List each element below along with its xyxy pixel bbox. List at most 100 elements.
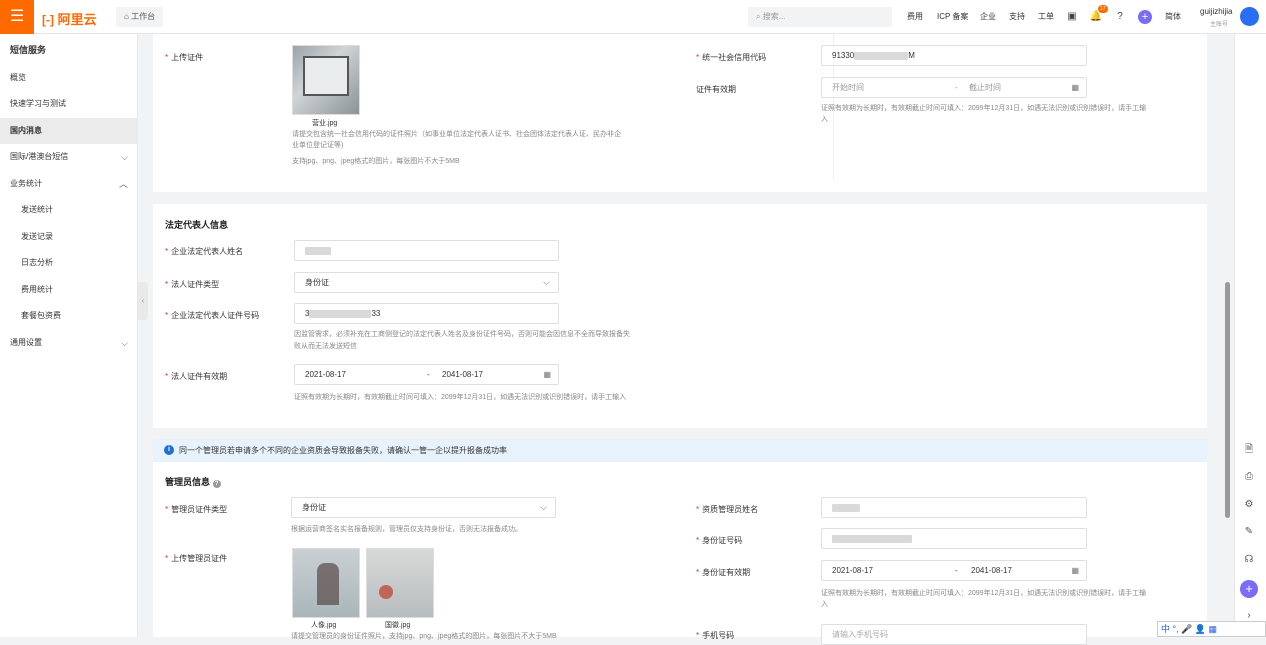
legal-id-hint: 败从而无法发送短信 bbox=[294, 343, 357, 350]
chevron-down-icon: ⌵ bbox=[543, 277, 550, 287]
document-icon[interactable]: 🗎 bbox=[1241, 442, 1257, 458]
edit-icon[interactable]: ✎ bbox=[1241, 524, 1257, 540]
masked-value bbox=[305, 246, 331, 255]
sidebar-item-quickstart[interactable]: 快速学习与测试 bbox=[0, 91, 138, 117]
credit-code-label: * 统一社会信用代码 bbox=[696, 53, 767, 62]
nav-ticket[interactable]: 工单 bbox=[1038, 0, 1054, 34]
scrollbar[interactable] bbox=[1225, 282, 1230, 518]
legal-id-type-label: * 法人证件类型 bbox=[165, 280, 220, 289]
sidebar-item-settings[interactable]: 通用设置 ⌵ bbox=[0, 330, 138, 356]
sidebar-collapse-handle[interactable]: ‹ bbox=[138, 282, 148, 320]
legal-rep-card: 法定代表人信息 * 企业法定代表人姓名 * 法人证件类型 身份证 ⌵ * 企业法定代表人… bbox=[153, 204, 1207, 428]
upload-hint: 请提交包含统一社会信用代码的证件照片（如事业单位法定代表人证书、社会团体法定代表… bbox=[292, 131, 621, 138]
avatar[interactable] bbox=[1240, 7, 1259, 26]
sidebar: 短信服务 概览 快速学习与测试 国内消息 国际/港澳台短信 ⌵ 业务统计 ︿ 发送统… bbox=[0, 34, 138, 637]
top-bar: ☰ [-] 阿里云 ⌂ 工作台 ⌕ 搜索... 费用 ICP 备案 企业 支持 … bbox=[0, 0, 1266, 34]
admin-validity-range[interactable]: 2021-08-17-2041-08-17 ▦ bbox=[821, 560, 1087, 581]
id-back-thumbnail[interactable] bbox=[366, 548, 434, 618]
calendar-icon: ▦ bbox=[1071, 566, 1079, 575]
admin-phone-label: * 手机号码 bbox=[696, 631, 735, 640]
chevron-down-icon: ⌵ bbox=[121, 152, 128, 162]
right-toolbar bbox=[1234, 34, 1266, 637]
sidebar-title: 短信服务 bbox=[10, 45, 47, 55]
sidebar-item-package[interactable]: 套餐包资费 bbox=[0, 303, 138, 329]
section-title: 管理员信息 ? bbox=[165, 475, 221, 488]
legal-id-number-input[interactable]: 3 33 bbox=[294, 303, 559, 324]
sidebar-item-stats[interactable]: 业务统计 ︿ bbox=[0, 171, 138, 197]
legal-id-number-label: * 企业法定代表人证件号码 bbox=[165, 311, 260, 320]
menu-icon[interactable]: ☰ bbox=[0, 0, 34, 34]
ime-toolbar[interactable]: 中 °, 🎤 👤 ▦ bbox=[1157, 621, 1266, 637]
sidebar-item-send-stats[interactable]: 发送统计 bbox=[0, 197, 138, 223]
admin-name-input[interactable] bbox=[821, 497, 1087, 518]
certificate-image bbox=[303, 56, 349, 96]
admin-validity-hint: 入 bbox=[821, 601, 828, 608]
admin-id-type-select[interactable]: 身份证 ⌵ bbox=[291, 497, 556, 518]
admin-card: 管理员信息 ? * 管理员证件类型 身份证 ⌵ 根据运营商签名实名报备规则，管理员仅… bbox=[153, 462, 1207, 645]
chevron-down-icon: ⌵ bbox=[121, 338, 128, 348]
upload-format-hint: 支持jpg、png、jpeg格式的图片，每张图片不大于5MB bbox=[292, 158, 460, 165]
credit-validity-hint: 证照有效期为长期时，有效期截止时间可填入：2099年12月31日，如遇无法识别或… bbox=[821, 105, 1147, 112]
legal-validity-label: * 法人证件有效期 bbox=[165, 372, 228, 381]
info-icon: i bbox=[164, 445, 174, 455]
upload-filename: 人像.jpg bbox=[311, 622, 337, 629]
sidebar-item-overview[interactable]: 概览 bbox=[0, 65, 138, 91]
admin-upload-label: * 上传管理员证件 bbox=[165, 554, 228, 563]
sidebar-item-domestic[interactable]: 国内消息 bbox=[0, 118, 138, 144]
user-role: 主账号 bbox=[1210, 22, 1229, 28]
notice-text: 同一个管理员若申请多个不同的企业资质会导致报备失败，请确认一管一企以提升报备成功… bbox=[179, 446, 507, 455]
masked-value bbox=[309, 309, 372, 318]
admin-phone-input[interactable]: 请输入手机号码 bbox=[821, 624, 1087, 645]
headset-icon[interactable]: ☊ bbox=[1241, 552, 1257, 568]
gear-icon[interactable]: ⚙ bbox=[1241, 497, 1257, 513]
certificate-card: * 上传证件 营业.jpg 请提交包含统一社会信用代码的证件照片（如事业单位法定代… bbox=[153, 34, 1207, 192]
help-icon[interactable]: ? bbox=[212, 480, 221, 488]
chevron-up-icon: ︿ bbox=[118, 179, 128, 189]
admin-validity-hint: 证照有效期为长期时，有效期截止时间可填入：2099年12月31日，如遇无法识别或… bbox=[821, 590, 1147, 597]
legal-name-input[interactable] bbox=[294, 240, 559, 261]
emblem-image bbox=[379, 585, 393, 599]
nav-support[interactable]: 支持 bbox=[1009, 0, 1025, 34]
upload-hint: 业单位登记证等) bbox=[292, 142, 344, 149]
terminal-icon[interactable]: ▣ bbox=[1065, 10, 1079, 24]
section-title: 法定代表人信息 bbox=[165, 220, 229, 230]
notice-banner: i 同一个管理员若申请多个不同的企业资质会导致报备失败，请确认一管一企以提升报备… bbox=[153, 439, 1207, 462]
sidebar-item-send-records[interactable]: 发送记录 bbox=[0, 224, 138, 250]
masked-value bbox=[832, 503, 860, 512]
home-icon: ⌂ bbox=[124, 12, 129, 21]
upload-filename: 国徽.jpg bbox=[385, 622, 411, 629]
credit-validity-label: 证件有效期 bbox=[696, 85, 736, 94]
id-front-thumbnail[interactable] bbox=[292, 548, 360, 618]
nav-fees[interactable]: 费用 bbox=[907, 0, 923, 34]
sidebar-item-international[interactable]: 国际/港澳台短信 ⌵ bbox=[0, 144, 138, 170]
plus-circle-icon[interactable]: + bbox=[1240, 580, 1258, 598]
plus-circle-icon[interactable]: + bbox=[1138, 10, 1152, 24]
admin-validity-label: * 身份证有效期 bbox=[696, 568, 751, 577]
search-input[interactable]: ⌕ 搜索... bbox=[748, 7, 892, 27]
nav-enterprise[interactable]: 企业 bbox=[980, 0, 996, 34]
legal-id-type-select[interactable]: 身份证 ⌵ bbox=[294, 272, 559, 293]
legal-name-label: * 企业法定代表人姓名 bbox=[165, 247, 244, 256]
credit-code-input[interactable]: 91330 M bbox=[821, 45, 1087, 66]
help-icon[interactable]: ? bbox=[1113, 10, 1127, 24]
aliyun-logo[interactable]: [-] 阿里云 bbox=[42, 9, 97, 28]
credit-validity-range[interactable]: 开始时间 - 截止时间 ▦ bbox=[821, 77, 1087, 98]
legal-id-hint: 因监管需求，必须补充在工商侧登记的法定代表人姓名及身份证件号码，否则可能会因信息… bbox=[294, 331, 630, 338]
legal-validity-hint: 证照有效期为长期时，有效期截止时间可填入：2099年12月31日，如遇无法识别或… bbox=[294, 394, 627, 401]
notification-badge: 17 bbox=[1098, 5, 1108, 13]
sidebar-item-log-analysis[interactable]: 日志分析 bbox=[0, 250, 138, 276]
credit-validity-hint: 入 bbox=[821, 116, 828, 123]
admin-id-number-input[interactable] bbox=[821, 528, 1087, 549]
masked-value bbox=[854, 51, 909, 60]
print-icon[interactable]: ⎙ bbox=[1241, 469, 1257, 485]
portrait-image bbox=[317, 563, 339, 605]
certificate-thumbnail[interactable] bbox=[292, 45, 360, 115]
sidebar-item-fee-stats[interactable]: 费用统计 bbox=[0, 277, 138, 303]
legal-validity-range[interactable]: 2021-08-17-2041-08-17 ▦ bbox=[294, 364, 559, 385]
nav-icp[interactable]: ICP 备案 bbox=[937, 0, 968, 34]
admin-id-number-label: * 身份证号码 bbox=[696, 536, 743, 545]
language-switch[interactable]: 简体 bbox=[1165, 0, 1181, 34]
workbench-button[interactable]: ⌂ 工作台 bbox=[116, 7, 164, 27]
upload-filename: 营业.jpg bbox=[312, 120, 338, 127]
user-name[interactable]: guijizhijia bbox=[1200, 7, 1232, 16]
